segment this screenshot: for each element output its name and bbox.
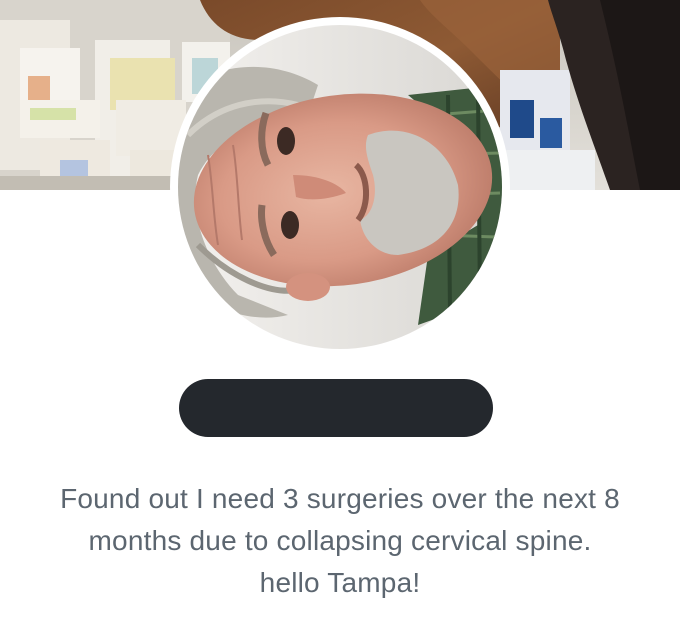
avatar[interactable] (178, 25, 502, 349)
profile-name-redacted (179, 379, 493, 437)
profile-page: Found out I need 3 surgeries over the ne… (0, 0, 680, 620)
bio-line: months due to collapsing cervical spine. (88, 525, 592, 556)
bio-line: hello Tampa! (259, 567, 421, 598)
profile-bio: Found out I need 3 surgeries over the ne… (20, 478, 660, 604)
bio-line: Found out I need 3 surgeries over the ne… (60, 483, 620, 514)
